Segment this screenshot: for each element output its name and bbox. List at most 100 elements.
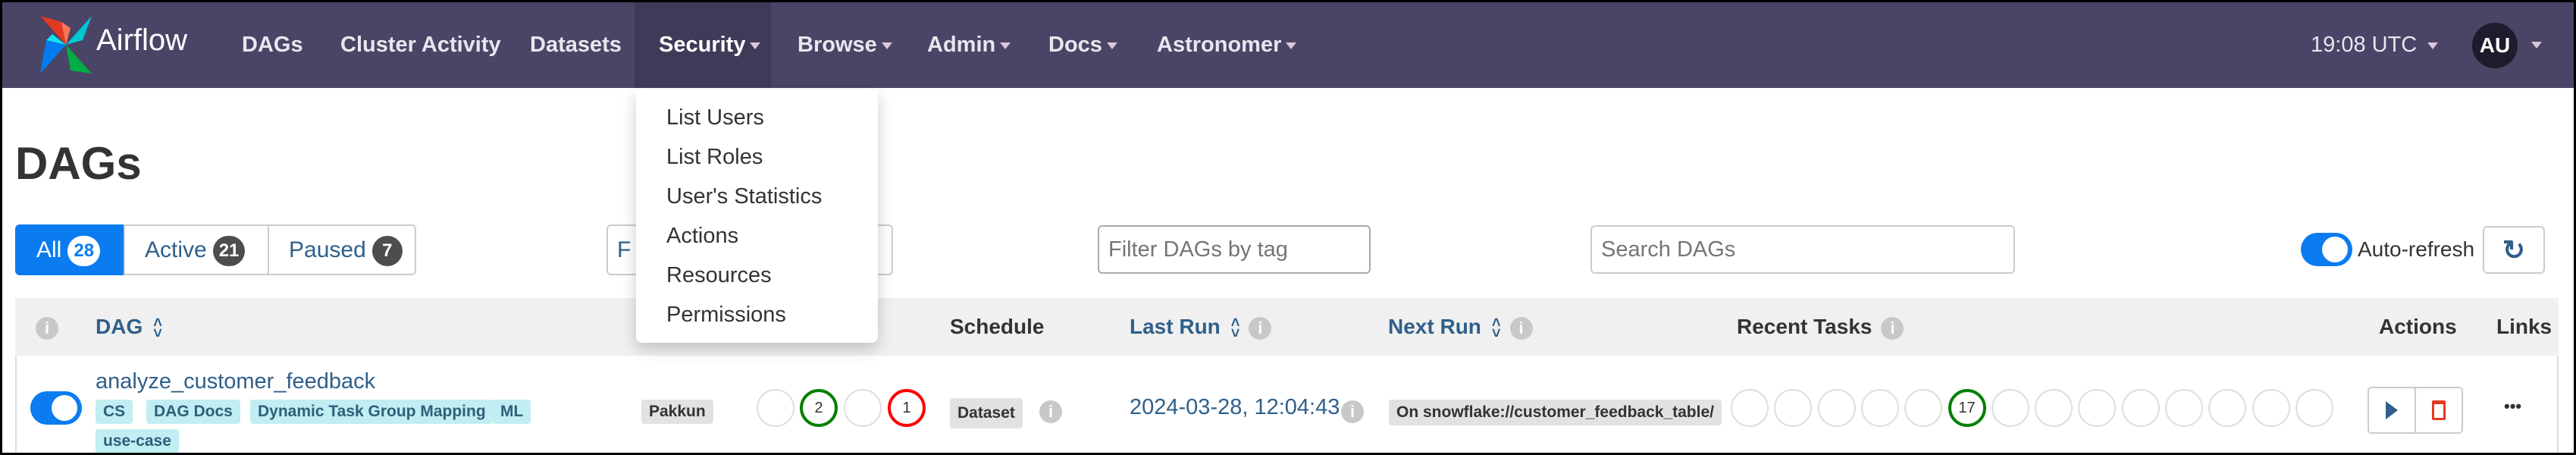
dag-tag[interactable]: Dynamic Task Group Mapping xyxy=(250,400,494,424)
timezone-dropdown[interactable]: 19:08 UTC xyxy=(2311,2,2439,88)
user-avatar[interactable]: AU xyxy=(2472,23,2518,68)
nav-browse[interactable]: Browse xyxy=(798,2,892,88)
security-dropdown-menu: List Users List Roles User's Statistics … xyxy=(636,89,878,343)
info-icon[interactable]: i xyxy=(1509,316,1533,340)
caret-down-icon xyxy=(1106,42,1117,49)
menu-item-list-roles[interactable]: List Roles xyxy=(666,145,763,170)
trigger-dag-button[interactable] xyxy=(2369,388,2416,432)
schedule-badge[interactable]: Dataset xyxy=(950,398,1023,428)
nav-admin-label: Admin xyxy=(927,33,996,57)
filter-active-button[interactable]: Active 21 xyxy=(124,224,269,275)
nav-astronomer[interactable]: Astronomer xyxy=(1157,2,1297,88)
info-icon[interactable]: i xyxy=(1341,400,1364,423)
dag-id-link[interactable]: analyze_customer_feedback xyxy=(96,369,375,394)
auto-refresh-toggle[interactable] xyxy=(2301,233,2352,266)
next-run-badge[interactable]: On snowflake://customer_feedback_table/ xyxy=(1389,400,1722,425)
hidden-button-label: F xyxy=(617,237,631,262)
header-actions: Actions xyxy=(2379,315,2457,338)
dag-tag[interactable]: use-case xyxy=(96,429,179,453)
header-recent-tasks: Recent Tasks i xyxy=(1737,298,1904,356)
menu-item-actions[interactable]: Actions xyxy=(666,224,738,249)
nav-security-label: Security xyxy=(659,33,746,57)
header-next-run: Next Run xyxy=(1388,315,1481,338)
airflow-logo-icon xyxy=(40,16,92,74)
header-dag: DAG xyxy=(96,315,143,338)
time-label: 19:08 UTC xyxy=(2311,33,2418,57)
user-menu-caret-icon[interactable] xyxy=(2531,42,2542,49)
airflow-window: Airflow DAGs Cluster Activity Datasets S… xyxy=(0,0,2576,455)
task-state-circle[interactable] xyxy=(2165,389,2203,427)
filter-paused-label: Paused xyxy=(289,237,366,262)
table-header xyxy=(15,298,2559,356)
delete-dag-button[interactable] xyxy=(2416,388,2462,432)
menu-item-permissions[interactable]: Permissions xyxy=(666,303,786,328)
nav-datasets[interactable]: Datasets xyxy=(530,2,622,88)
sort-icon: ˄ ˅ xyxy=(1230,314,1240,342)
nav-dags[interactable]: DAGs xyxy=(242,2,303,88)
run-state-circle[interactable] xyxy=(844,389,882,427)
task-state-circle[interactable] xyxy=(1904,389,1943,427)
search-dags-input[interactable] xyxy=(1590,225,2015,274)
run-success-circle[interactable]: 2 xyxy=(800,389,838,427)
menu-item-users-statistics[interactable]: User's Statistics xyxy=(666,184,822,209)
page-title: DAGs xyxy=(15,138,142,189)
info-icon[interactable]: i xyxy=(1039,400,1062,423)
sort-icon: ˄ ˅ xyxy=(153,314,162,342)
nav-docs[interactable]: Docs xyxy=(1048,2,1117,88)
filter-all-button[interactable]: All 28 xyxy=(15,224,125,275)
info-icon[interactable]: i xyxy=(1881,316,1904,340)
nav-astronomer-label: Astronomer xyxy=(1157,33,1282,57)
count-badge: 7 xyxy=(371,236,403,267)
top-navbar: Airflow DAGs Cluster Activity Datasets S… xyxy=(2,2,2574,88)
filter-paused-button[interactable]: Paused 7 xyxy=(268,224,416,275)
caret-down-icon xyxy=(881,42,892,49)
caret-down-icon xyxy=(1286,42,1297,49)
nav-docs-label: Docs xyxy=(1048,33,1102,57)
nav-cluster-activity[interactable]: Cluster Activity xyxy=(340,2,501,88)
refresh-button[interactable]: ↻ xyxy=(2483,226,2545,274)
run-state-circle[interactable] xyxy=(757,389,794,427)
task-state-circle[interactable] xyxy=(1817,389,1856,427)
actions-group xyxy=(2368,387,2463,434)
last-run-link[interactable]: 2024-03-28, 12:04:43 xyxy=(1130,395,1340,420)
caret-down-icon xyxy=(750,42,761,49)
info-icon[interactable]: i xyxy=(36,298,58,356)
dag-tag[interactable]: CS xyxy=(96,400,133,424)
run-failed-circle[interactable]: 1 xyxy=(888,389,926,427)
info-icon[interactable]: i xyxy=(1249,316,1272,340)
dag-tag[interactable]: DAG Docs xyxy=(146,400,240,424)
menu-item-list-users[interactable]: List Users xyxy=(666,105,764,130)
owner-badge[interactable]: Pakkun xyxy=(641,400,713,424)
sort-dag[interactable]: DAG ˄ ˅ xyxy=(96,298,162,356)
header-schedule: Schedule xyxy=(950,315,1045,338)
trash-icon xyxy=(2432,400,2446,420)
count-badge: 28 xyxy=(67,236,101,267)
filter-all-label: All xyxy=(36,237,62,262)
caret-down-icon xyxy=(1000,42,1011,49)
task-state-circle[interactable] xyxy=(2035,389,2073,427)
sort-next-run[interactable]: Next Run ˄ ˅ i xyxy=(1388,298,1533,356)
sort-last-run[interactable]: Last Run ˄ ˅ i xyxy=(1130,298,1272,356)
refresh-icon: ↻ xyxy=(2502,234,2526,265)
brand-name[interactable]: Airflow xyxy=(96,2,187,88)
task-state-circle[interactable] xyxy=(1991,389,2029,427)
task-state-circle[interactable] xyxy=(2208,389,2247,427)
filter-tags-input[interactable] xyxy=(1098,225,1371,274)
task-state-circle[interactable] xyxy=(1860,389,1899,427)
task-state-circle[interactable] xyxy=(2121,389,2160,427)
header-last-run: Last Run xyxy=(1130,315,1221,338)
task-state-circle[interactable] xyxy=(1731,389,1769,427)
caret-down-icon xyxy=(2427,42,2439,49)
task-state-circle[interactable] xyxy=(2252,389,2290,427)
task-state-circle[interactable] xyxy=(1774,389,1813,427)
dag-pause-toggle[interactable] xyxy=(30,391,82,425)
task-success-circle[interactable]: 17 xyxy=(1948,389,1986,427)
task-state-circle[interactable] xyxy=(2295,389,2333,427)
auto-refresh-label: Auto-refresh xyxy=(2358,237,2475,261)
dag-tag[interactable]: ML xyxy=(493,400,531,424)
nav-security[interactable]: Security xyxy=(659,2,761,88)
header-recent-tasks-label: Recent Tasks xyxy=(1737,315,1872,338)
nav-admin[interactable]: Admin xyxy=(927,2,1011,88)
menu-item-resources[interactable]: Resources xyxy=(666,263,772,288)
links-menu-button[interactable]: ••• xyxy=(2504,397,2521,416)
